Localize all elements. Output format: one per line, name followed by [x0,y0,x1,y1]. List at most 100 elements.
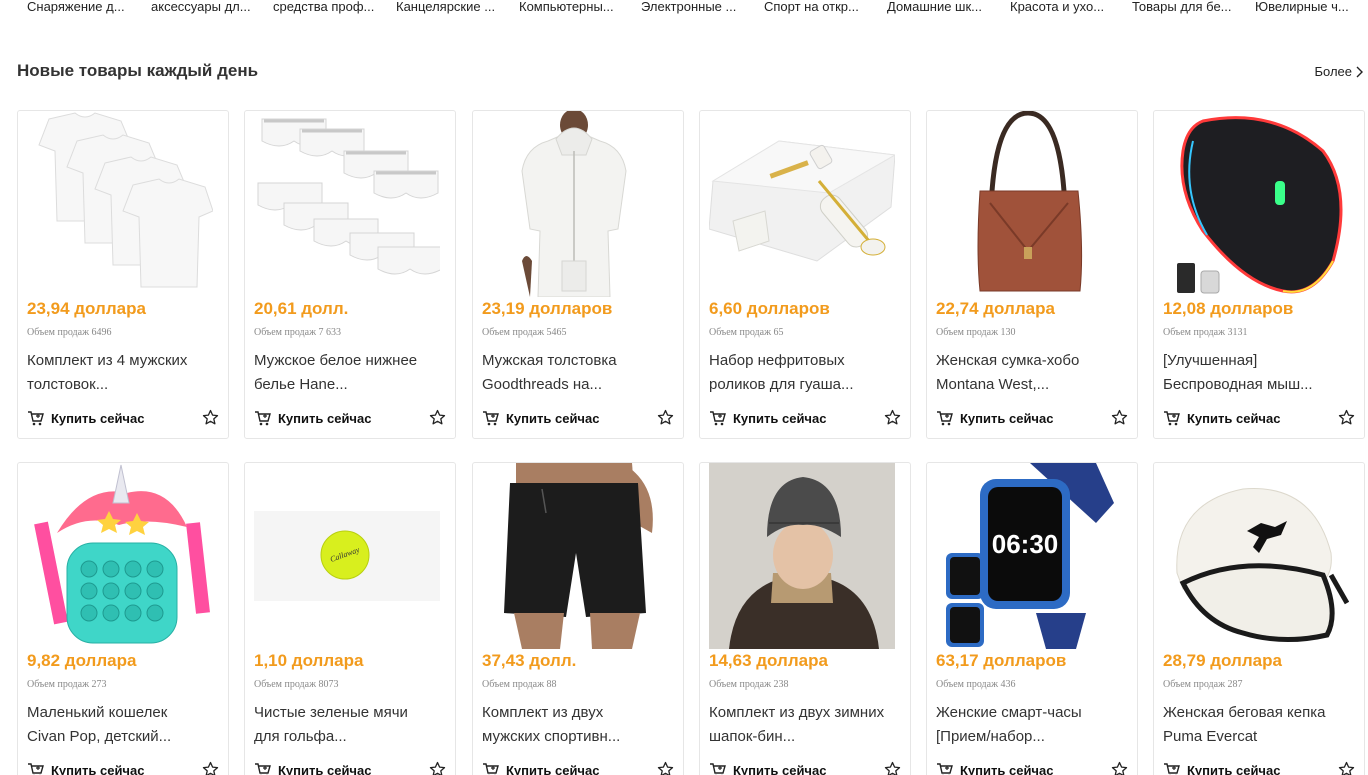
category-link[interactable]: Товары для бе... [1132,0,1250,14]
product-card[interactable]: 12,08 долларов Объем продаж 3131 [Улучше… [1153,110,1365,439]
sales-count: Объем продаж 7 633 [254,327,341,338]
product-image[interactable]: Callaway [254,463,440,649]
product-name[interactable]: Маленький кошелек Civan Pop, детский... [27,701,207,749]
product-price: 28,79 доллара [1163,651,1282,670]
buy-now-button[interactable]: Купить сейчас [936,762,1053,775]
product-price: 14,63 доллара [709,651,828,670]
sales-count: Объем продаж 273 [27,679,107,690]
buy-now-button[interactable]: Купить сейчас [1163,410,1280,426]
buy-now-button[interactable]: Купить сейчас [254,410,371,426]
product-image[interactable] [709,111,895,297]
category-link[interactable]: аксессуары дл... [151,0,269,14]
star-icon[interactable] [884,761,901,775]
product-name[interactable]: Комплект из двух мужских спортивн... [482,701,662,749]
star-icon[interactable] [657,761,674,775]
product-image[interactable] [1163,463,1349,649]
sales-count: Объем продаж 65 [709,327,784,338]
product-name[interactable]: Комплект из двух зимних шапок-бин... [709,701,889,749]
category-bar: Снаряжение д... аксессуары дл... средств… [0,0,1368,18]
product-card[interactable]: 6,60 долларов Объем продаж 65 Набор нефр… [699,110,911,439]
product-image[interactable]: 06:30 [936,463,1122,649]
chevron-right-icon [1356,66,1363,77]
buy-now-label: Купить сейчас [1187,410,1281,426]
star-icon[interactable] [202,761,219,775]
buy-now-button[interactable]: Купить сейчас [709,410,826,426]
buy-now-label: Купить сейчас [1187,762,1281,775]
cart-icon [710,411,726,426]
product-card[interactable]: Callaway 1,10 доллара Объем продаж 8073 … [244,462,456,775]
product-card[interactable]: 37,43 долл. Объем продаж 88 Комплект из … [472,462,684,775]
category-link[interactable]: Ювелирные ч... [1255,0,1368,14]
product-name[interactable]: Комплект из 4 мужских толстовок... [27,349,207,397]
cart-icon [710,763,726,775]
buy-now-button[interactable]: Купить сейчас [254,762,371,775]
product-image[interactable] [936,111,1122,297]
buy-now-button[interactable]: Купить сейчас [482,410,599,426]
category-link[interactable]: Компьютерны... [519,0,637,14]
star-icon[interactable] [429,761,446,775]
product-name[interactable]: Женская беговая кепка Puma Evercat [1163,701,1343,749]
category-link[interactable]: Красота и ухо... [1010,0,1128,14]
cart-icon [28,411,44,426]
category-link[interactable]: Электронные ... [641,0,759,14]
buy-now-button[interactable]: Купить сейчас [1163,762,1280,775]
sales-count: Объем продаж 5465 [482,327,567,338]
product-card[interactable]: 23,19 долларов Объем продаж 5465 Мужская… [472,110,684,439]
star-icon[interactable] [1111,409,1128,426]
product-card[interactable]: 28,79 доллара Объем продаж 287 Женская б… [1153,462,1365,775]
category-link[interactable]: Снаряжение д... [27,0,145,14]
buy-now-button[interactable]: Купить сейчас [482,762,599,775]
product-name[interactable]: Мужское белое нижнее белье Hane... [254,349,434,397]
product-image[interactable] [482,463,668,649]
product-price: 6,60 долларов [709,299,830,318]
star-icon[interactable] [1338,761,1355,775]
product-card[interactable]: 22,74 доллара Объем продаж 130 Женская с… [926,110,1138,439]
buy-now-label: Купить сейчас [506,410,600,426]
category-link[interactable]: средства проф... [273,0,391,14]
product-name[interactable]: Чистые зеленые мячи для гольфа... [254,701,434,749]
buy-now-button[interactable]: Купить сейчас [709,762,826,775]
product-card[interactable]: 9,82 доллара Объем продаж 273 Маленький … [17,462,229,775]
product-image[interactable] [1163,111,1349,297]
star-icon[interactable] [1338,409,1355,426]
product-card[interactable]: 06:30 63,17 долларов Объем продаж 436 Же… [926,462,1138,775]
product-image[interactable] [254,111,440,297]
buy-now-label: Купить сейчас [51,762,145,775]
product-name[interactable]: Женские смарт-часы [Прием/набор... [936,701,1116,749]
cart-icon [1164,411,1180,426]
product-image[interactable] [482,111,668,297]
product-name[interactable]: Мужская толстовка Goodthreads на... [482,349,662,397]
cart-icon [1164,763,1180,775]
product-name[interactable]: [Улучшенная] Беспроводная мыш... [1163,349,1343,397]
cart-icon [28,763,44,775]
category-link[interactable]: Домашние шк... [887,0,1005,14]
buy-now-button[interactable]: Купить сейчас [936,410,1053,426]
star-icon[interactable] [884,409,901,426]
cart-icon [483,763,499,775]
sales-count: Объем продаж 3131 [1163,327,1248,338]
product-image[interactable] [27,463,213,649]
category-link[interactable]: Спорт на откр... [764,0,882,14]
star-icon[interactable] [429,409,446,426]
product-name[interactable]: Набор нефритовых роликов для гуаша... [709,349,889,397]
category-link[interactable]: Канцелярские ... [396,0,514,14]
product-card[interactable]: 23,94 доллара Объем продаж 6496 Комплект… [17,110,229,439]
product-card[interactable]: 14,63 доллара Объем продаж 238 Комплект … [699,462,911,775]
star-icon[interactable] [1111,761,1128,775]
product-name[interactable]: Женская сумка-хобо Montana West,... [936,349,1116,397]
star-icon[interactable] [657,409,674,426]
buy-now-button[interactable]: Купить сейчас [27,762,144,775]
cart-icon [255,763,271,775]
watch-time-text: 06:30 [992,529,1059,559]
product-card[interactable]: 20,61 долл. Объем продаж 7 633 Мужское б… [244,110,456,439]
cart-icon [937,763,953,775]
buy-now-label: Купить сейчас [960,410,1054,426]
buy-now-button[interactable]: Купить сейчас [27,410,144,426]
more-link[interactable]: Более [1314,64,1364,79]
buy-now-label: Купить сейчас [960,762,1054,775]
star-icon[interactable] [202,409,219,426]
product-image[interactable] [27,111,213,297]
sales-count: Объем продаж 6496 [27,327,112,338]
product-price: 37,43 долл. [482,651,577,670]
product-image[interactable] [709,463,895,649]
